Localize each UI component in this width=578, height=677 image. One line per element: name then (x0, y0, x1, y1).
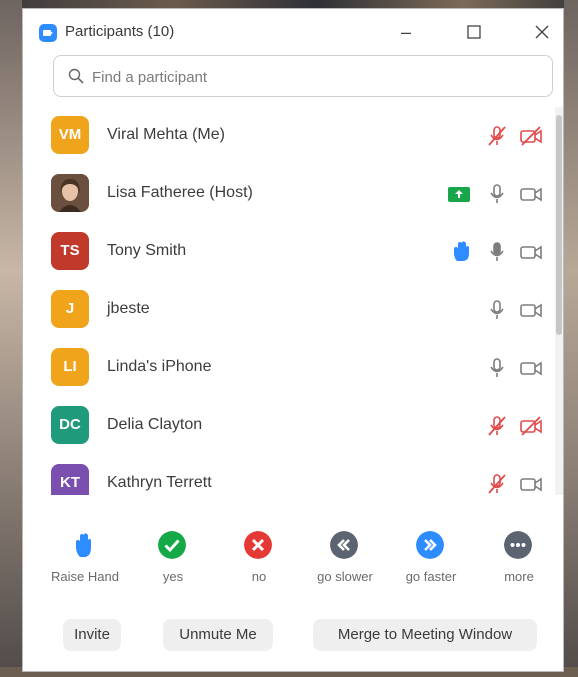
video-icon[interactable] (519, 298, 543, 322)
go-slower-label: go slower (317, 569, 373, 584)
avatar: DC (51, 406, 89, 444)
unmute-me-button[interactable]: Unmute Me (163, 619, 273, 651)
avatar-photo (51, 174, 89, 212)
video-off-icon[interactable] (519, 124, 543, 148)
participants-window: Participants (10) – VM Viral Mehta (Me) (22, 8, 564, 672)
title-bar[interactable]: Participants (10) – (23, 9, 563, 55)
no-label: no (251, 569, 267, 584)
x-icon (244, 531, 272, 559)
video-icon[interactable] (519, 240, 543, 264)
scrollbar-thumb[interactable] (556, 115, 562, 335)
no-button[interactable]: no (219, 517, 299, 597)
avatar: KT (51, 464, 89, 495)
participant-name: Viral Mehta (Me) (107, 126, 225, 143)
more-label: more (504, 569, 534, 584)
maximize-button[interactable] (459, 19, 489, 45)
muted-microphone-icon[interactable] (485, 124, 509, 148)
profile-photo-icon (51, 174, 89, 212)
muted-microphone-icon[interactable] (485, 472, 509, 495)
participant-row[interactable]: TS Tony Smith (23, 223, 563, 281)
zoom-app-icon (39, 24, 57, 42)
close-icon (535, 25, 549, 39)
muted-microphone-icon[interactable] (485, 414, 509, 438)
go-slower-button[interactable]: go slower (305, 517, 385, 597)
participant-row[interactable]: J jbeste (23, 281, 563, 339)
participant-row[interactable]: KT Kathryn Terrett (23, 455, 563, 495)
yes-button[interactable]: yes (133, 517, 213, 597)
participant-row[interactable]: DC Delia Clayton (23, 397, 563, 455)
more-button[interactable]: more (479, 517, 559, 597)
participant-name: Linda's iPhone (107, 358, 212, 375)
participant-name: Lisa Fatheree (Host) (107, 184, 253, 201)
microphone-icon[interactable] (485, 182, 509, 206)
participant-name: Kathryn Terrett (107, 474, 212, 491)
nonverbal-feedback-bar: Raise Hand yes no go slower go faster mo… (23, 517, 563, 597)
raise-hand-icon (76, 533, 91, 557)
window-title: Participants (10) (65, 23, 175, 40)
avatar: J (51, 290, 89, 328)
video-icon[interactable] (519, 356, 543, 380)
avatar: LI (51, 348, 89, 386)
microphone-icon[interactable] (485, 356, 509, 380)
raised-hand-icon (454, 241, 469, 261)
merge-to-meeting-window-button[interactable]: Merge to Meeting Window (313, 619, 537, 651)
rewind-icon (330, 531, 358, 559)
close-button[interactable] (527, 19, 557, 45)
avatar: VM (51, 116, 89, 154)
go-faster-label: go faster (405, 569, 457, 584)
avatar: TS (51, 232, 89, 270)
video-icon[interactable] (519, 472, 543, 495)
screen-share-icon (448, 187, 470, 202)
participant-list-scrollbar[interactable] (555, 107, 563, 495)
participant-list: VM Viral Mehta (Me) Lisa Fatheree (Host)… (23, 107, 563, 495)
participant-name: Tony Smith (107, 242, 187, 259)
minimize-button[interactable]: – (391, 19, 421, 45)
microphone-icon[interactable] (485, 298, 509, 322)
fast-forward-icon (416, 531, 444, 559)
participant-name: jbeste (107, 300, 150, 317)
participant-row[interactable]: Lisa Fatheree (Host) (23, 165, 563, 223)
participant-row[interactable]: LI Linda's iPhone (23, 339, 563, 397)
desktop-background-right (564, 0, 578, 677)
action-bar: Invite Unmute Me Merge to Meeting Window (23, 613, 563, 659)
microphone-icon[interactable] (485, 240, 509, 264)
check-icon (158, 531, 186, 559)
participant-row[interactable]: VM Viral Mehta (Me) (23, 107, 563, 165)
go-faster-button[interactable]: go faster (391, 517, 471, 597)
video-icon[interactable] (519, 182, 543, 206)
search-icon (68, 68, 84, 84)
raise-hand-label: Raise Hand (51, 569, 119, 584)
yes-label: yes (162, 569, 184, 584)
raise-hand-button[interactable]: Raise Hand (45, 517, 125, 597)
invite-button[interactable]: Invite (63, 619, 121, 651)
maximize-icon (467, 25, 481, 39)
more-icon (504, 531, 532, 559)
search-input[interactable] (90, 64, 534, 90)
video-off-icon[interactable] (519, 414, 543, 438)
desktop-background-left (0, 0, 22, 677)
search-box[interactable] (53, 55, 553, 97)
participant-name: Delia Clayton (107, 416, 203, 433)
